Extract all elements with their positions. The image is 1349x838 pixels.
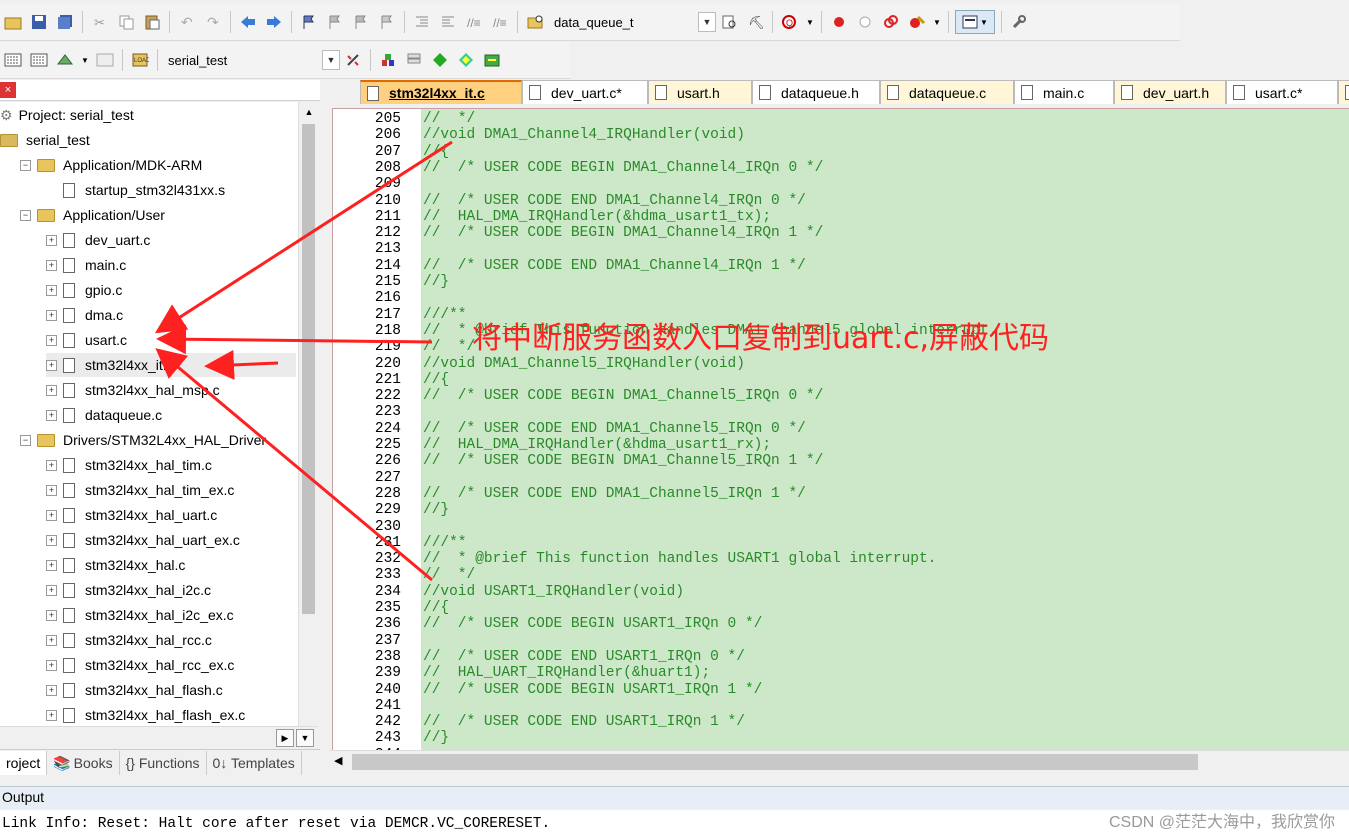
arrow-from-line-206 xyxy=(154,140,453,334)
annotation-arrows xyxy=(154,140,453,582)
arrow-from-line-219 xyxy=(156,324,433,355)
annotation-text: 将中断服务函数入口复制到uart.c,屏蔽代码 xyxy=(472,321,1050,356)
arrow-to-stm32l4xx-it xyxy=(204,349,279,380)
arrow-from-line-234 xyxy=(155,348,433,582)
